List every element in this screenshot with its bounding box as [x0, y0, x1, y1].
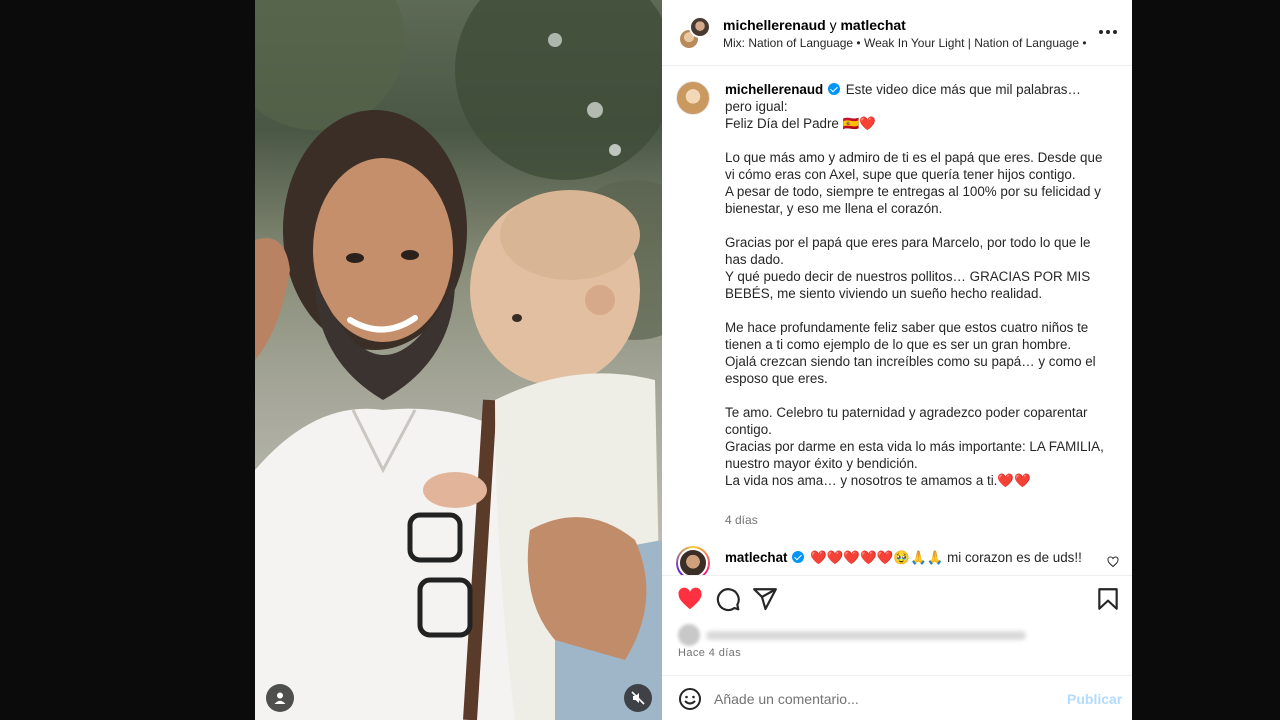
avatar[interactable]	[676, 81, 710, 115]
authors-conjunction: y	[829, 17, 837, 33]
comment-item: matlechat ❤️❤️❤️❤️❤️🥹🙏🙏 mi corazon es de…	[725, 549, 1105, 566]
caption-text: Lo que más amo y admiro de ti es el papá…	[725, 150, 1103, 182]
comments-section[interactable]: michellerenaud Este video dice más que m…	[662, 67, 1132, 575]
sound-off-icon	[631, 691, 645, 705]
caption-text: Ojalá crezcan siendo tan increíbles como…	[725, 354, 1096, 386]
post-video[interactable]	[255, 0, 662, 720]
caption-text: Me hace profundamente feliz saber que es…	[725, 320, 1089, 352]
heart-filled-icon[interactable]	[677, 586, 703, 612]
comment-text: ❤️❤️❤️❤️❤️🥹🙏🙏 mi corazon es de uds!!	[809, 550, 1082, 565]
post-actions: Hace 4 días	[662, 575, 1132, 675]
emoji-icon[interactable]	[678, 687, 702, 711]
share-icon[interactable]	[752, 586, 778, 612]
comment-like-icon[interactable]	[1107, 556, 1119, 568]
post-authors: michellerenaud y matlechat	[723, 17, 906, 33]
more-horizontal-icon	[1099, 30, 1103, 34]
user-icon	[274, 692, 286, 704]
caption-text: pero igual:	[725, 99, 788, 114]
caption-text: Gracias por el papá que eres para Marcel…	[725, 235, 1091, 267]
caption-text: Te amo. Celebro tu paternidad y agradezc…	[725, 405, 1088, 437]
caption-text: La vida nos ama… y nosotros te amamos a …	[725, 473, 1031, 488]
comment-icon[interactable]	[715, 586, 741, 612]
caption-username[interactable]: michellerenaud	[725, 82, 823, 97]
post-caption: michellerenaud Este video dice más que m…	[725, 81, 1109, 489]
post-header: michellerenaud y matlechat Mix: Nation o…	[662, 0, 1132, 66]
blurred-likes-text	[706, 631, 1026, 640]
mute-button[interactable]	[624, 684, 652, 712]
liked-by-summary[interactable]	[678, 624, 1026, 646]
verified-badge-icon	[792, 551, 805, 563]
comment-input[interactable]	[714, 686, 1044, 712]
post-details-panel: michellerenaud y matlechat Mix: Nation o…	[662, 0, 1132, 720]
collab-avatars[interactable]	[678, 16, 712, 50]
caption-text: Y qué puedo decir de nuestros pollitos… …	[725, 269, 1091, 301]
bookmark-icon[interactable]	[1095, 586, 1121, 612]
avatar[interactable]	[689, 16, 711, 38]
author-link[interactable]: michellerenaud	[723, 17, 826, 33]
caption-text: Este video dice más que mil palabras…	[845, 82, 1081, 97]
author-link[interactable]: matlechat	[840, 17, 905, 33]
audio-link[interactable]: Mix: Nation of Language • Weak In Your L…	[723, 36, 1087, 50]
verified-badge-icon	[827, 83, 840, 95]
caption-text: A pesar de todo, siempre te entregas al …	[725, 184, 1101, 216]
comment-username[interactable]: matlechat	[725, 550, 788, 565]
publish-button[interactable]: Publicar	[1067, 691, 1122, 707]
more-options-button[interactable]	[1098, 22, 1118, 42]
avatar	[678, 624, 700, 646]
caption-timestamp[interactable]: 4 días	[725, 513, 758, 527]
caption-text: Gracias por darme en esta vida lo más im…	[725, 439, 1104, 471]
caption-text: Feliz Día del Padre 🇪🇸❤️	[725, 116, 876, 131]
add-comment-bar: Publicar	[662, 675, 1132, 720]
tagged-users-button[interactable]	[266, 684, 294, 712]
post-timestamp[interactable]: Hace 4 días	[678, 647, 741, 659]
video-frame-illustration	[255, 0, 662, 720]
avatar[interactable]	[676, 546, 710, 575]
